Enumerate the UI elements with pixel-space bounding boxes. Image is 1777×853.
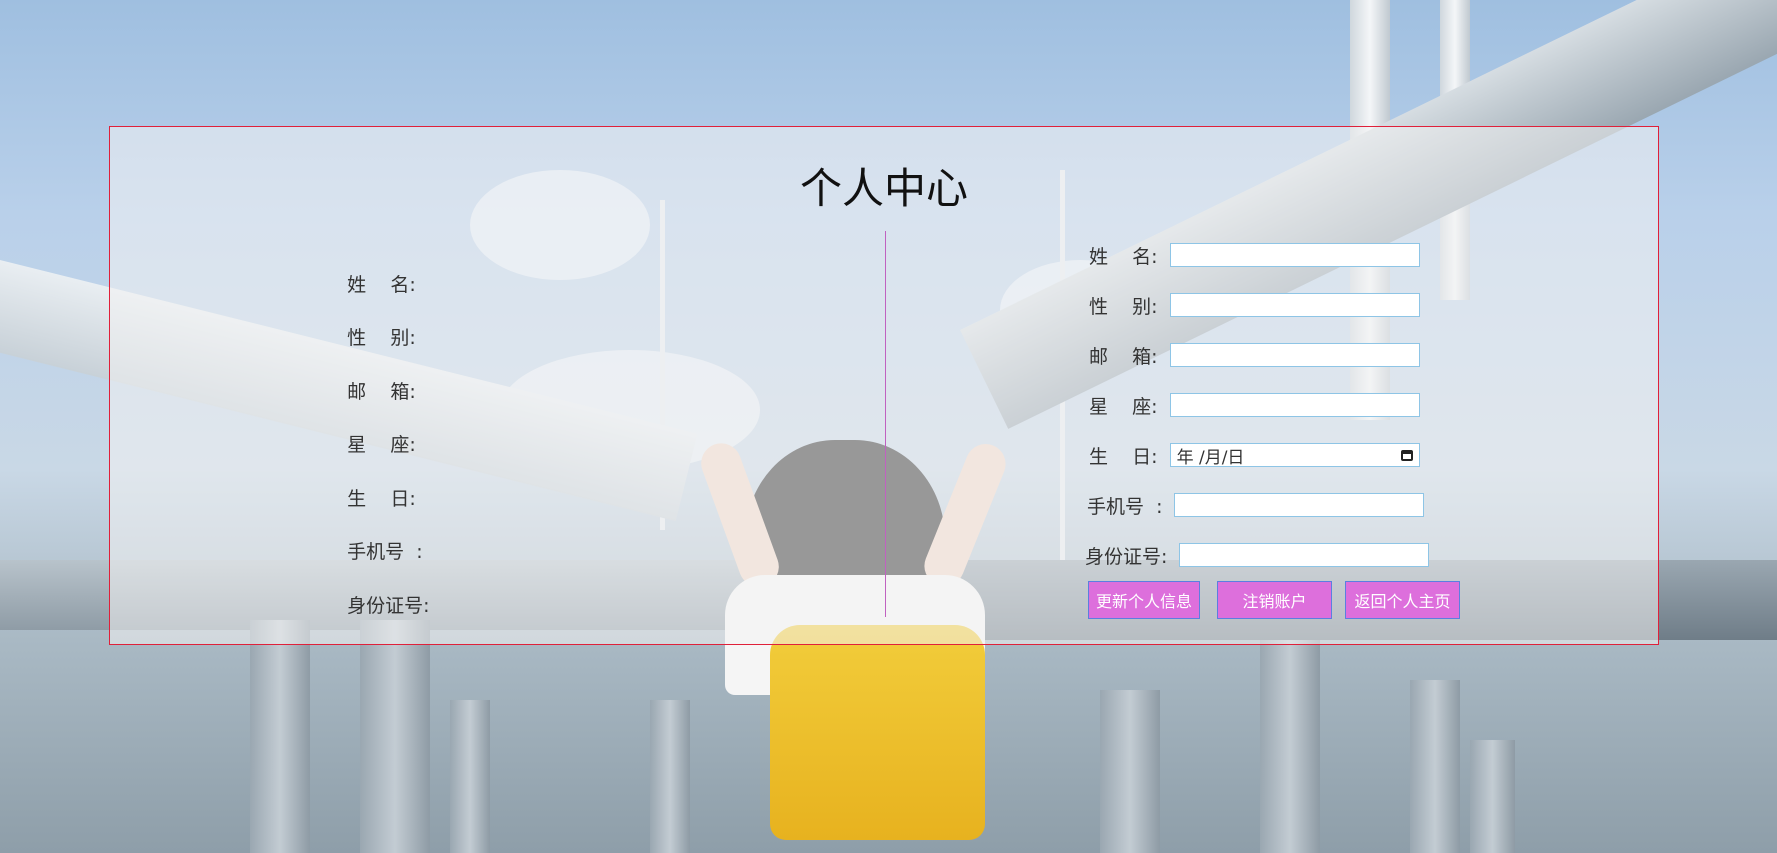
info-row-idcard: 身份证号:: [323, 567, 436, 617]
page-title: 个人中心: [799, 164, 968, 213]
gender-input[interactable]: [1169, 293, 1420, 317]
info-label-email: 邮 箱:: [347, 381, 416, 403]
info-row-zodiac: 星 座:: [323, 406, 422, 456]
info-label-gender: 性 别:: [347, 327, 416, 349]
form-label-gender: 性 别:: [1089, 295, 1158, 318]
birthday-placeholder: 年 /月/日: [1176, 447, 1245, 468]
info-row-phone: 手机号 :: [323, 513, 429, 563]
birthday-date-input[interactable]: 年 /月/日: [1169, 443, 1420, 468]
personal-center-panel: 个人中心 姓 名: 性 别: 邮 箱: 星 座: 生 日: 手机号 : 身份证号…: [109, 126, 1659, 645]
form-row-email: 邮 箱:: [1089, 341, 1420, 369]
info-row-name: 姓 名:: [323, 246, 422, 296]
form-label-phone: 手机号 :: [1087, 495, 1163, 518]
email-input[interactable]: [1169, 343, 1420, 367]
calendar-icon[interactable]: [1400, 449, 1413, 461]
form-row-zodiac: 星 座:: [1089, 391, 1420, 419]
form-row-name: 姓 名:: [1089, 241, 1420, 269]
idcard-input[interactable]: [1179, 543, 1430, 567]
info-label-idcard: 身份证号:: [347, 595, 430, 617]
update-info-button[interactable]: 更新个人信息: [1088, 581, 1200, 619]
zodiac-input[interactable]: [1169, 393, 1420, 417]
form-row-phone: 手机号 :: [1087, 491, 1425, 519]
deactivate-account-button[interactable]: 注销账户: [1217, 581, 1332, 619]
phone-input[interactable]: [1174, 493, 1425, 517]
vertical-divider: [885, 231, 886, 617]
info-label-phone: 手机号 :: [347, 541, 423, 563]
back-to-home-button[interactable]: 返回个人主页: [1345, 581, 1460, 619]
form-label-idcard: 身份证号:: [1085, 545, 1168, 568]
info-label-name: 姓 名:: [347, 274, 416, 296]
info-row-gender: 性 别:: [323, 299, 422, 349]
form-label-zodiac: 星 座:: [1089, 395, 1158, 418]
name-input[interactable]: [1169, 243, 1420, 267]
form-row-idcard: 身份证号:: [1085, 541, 1430, 569]
info-label-zodiac: 星 座:: [347, 434, 416, 456]
info-row-email: 邮 箱:: [323, 353, 422, 403]
form-label-name: 姓 名:: [1089, 245, 1158, 268]
form-row-birthday: 生 日: 年 /月/日: [1089, 441, 1420, 469]
form-label-birthday: 生 日:: [1089, 445, 1158, 468]
form-row-gender: 性 别:: [1089, 291, 1420, 319]
info-row-birthday: 生 日:: [323, 460, 422, 510]
info-label-birthday: 生 日:: [347, 488, 416, 510]
form-label-email: 邮 箱:: [1089, 345, 1158, 368]
